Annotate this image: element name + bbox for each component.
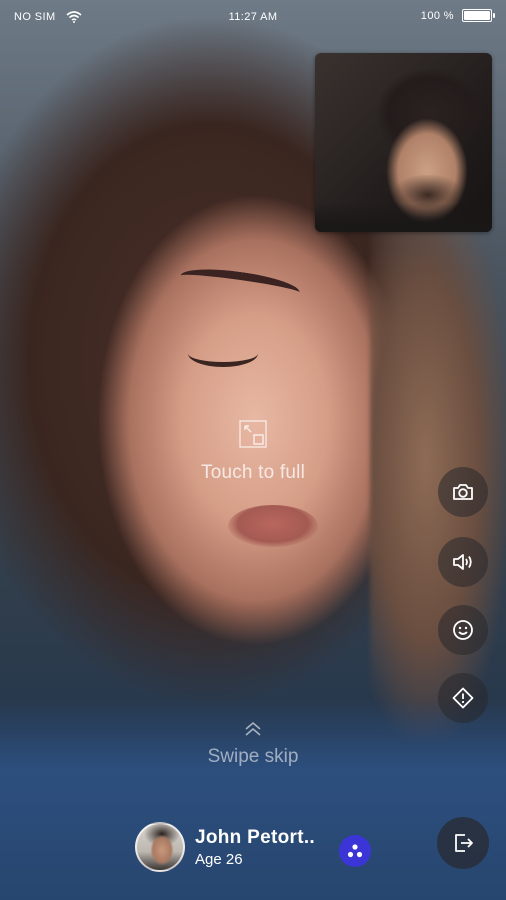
status-right: 100 % [420, 9, 495, 22]
emoji-button[interactable] [438, 605, 488, 655]
fullscreen-hint-text: Touch to full [201, 462, 305, 483]
self-camera-preview[interactable] [315, 53, 492, 232]
battery-fill [464, 11, 490, 20]
add-friend-icon [347, 844, 363, 858]
self-preview-jacket [315, 203, 492, 232]
swipe-skip-text: Swipe skip [207, 746, 299, 767]
user-text: John Petort.. Age 26 [195, 827, 315, 868]
report-button[interactable] [438, 673, 488, 723]
speaker-icon [453, 554, 472, 570]
chevron-up-icon [245, 721, 261, 736]
remote-video-brow [178, 263, 302, 305]
battery-label: 100 % [420, 9, 454, 22]
fullscreen-hint[interactable]: Touch to full [0, 420, 506, 484]
exit-button[interactable] [437, 817, 489, 869]
warning-icon [452, 687, 474, 709]
user-name: John Petort.. [195, 826, 316, 848]
follow-button[interactable] [339, 835, 371, 867]
remote-video-eye [188, 340, 258, 367]
battery-icon [462, 9, 495, 22]
user-age: Age 26 [195, 850, 243, 868]
status-bar: NO SIM 11:27 AM 100 % [0, 0, 506, 36]
swipe-skip-hint[interactable]: Swipe skip [0, 720, 506, 768]
remote-video-lips [228, 505, 318, 547]
smiley-icon [453, 620, 473, 640]
user-info[interactable]: John Petort.. Age 26 [135, 820, 315, 874]
camera-button[interactable] [438, 467, 488, 517]
expand-icon [239, 420, 267, 448]
camera-icon [453, 484, 473, 500]
speaker-button[interactable] [438, 537, 488, 587]
avatar[interactable] [135, 822, 185, 872]
exit-icon [455, 834, 473, 852]
